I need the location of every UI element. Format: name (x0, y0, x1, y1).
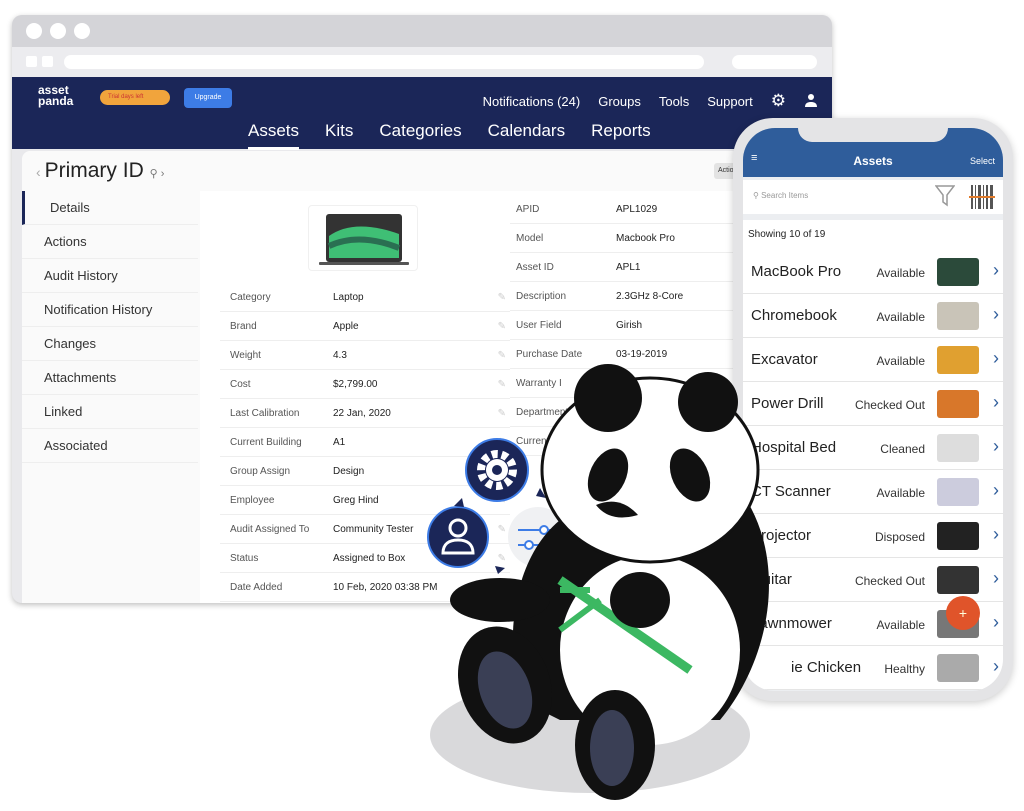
panda-illustration (427, 364, 769, 800)
gear-icon (465, 438, 529, 502)
person-icon (427, 506, 489, 568)
add-button[interactable]: + (946, 596, 980, 630)
